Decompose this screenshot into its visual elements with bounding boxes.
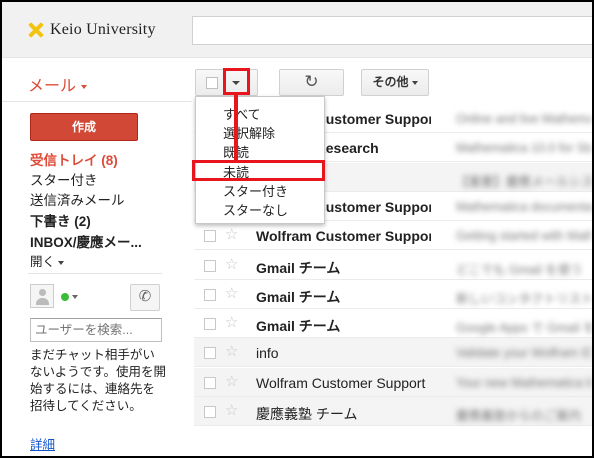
star-icon[interactable]: ☆ — [225, 256, 238, 274]
email-row[interactable]: ☆ Gmail チーム どこでも Gmail を使う — [194, 251, 592, 280]
caret-down-icon[interactable] — [72, 295, 78, 299]
gmail-window: Keio University メール 作成 受信トレイ (8) スター付き 送… — [2, 2, 592, 456]
email-sender: Gmail チーム — [256, 260, 341, 276]
mail-menu-button[interactable]: メール — [28, 72, 88, 96]
chat-divider — [28, 273, 162, 274]
email-subject: Getting started with Mathematica — [456, 229, 592, 243]
email-sender: Wolfram Customer Support — [256, 375, 426, 391]
star-icon[interactable]: ☆ — [225, 402, 238, 420]
email-sender: info — [256, 345, 279, 361]
more-actions-button[interactable]: その他 — [361, 69, 429, 96]
email-subject: Mathematica 10.0 for Students — [456, 141, 592, 155]
star-icon[interactable]: ☆ — [225, 226, 238, 244]
star-icon[interactable]: ☆ — [225, 373, 238, 391]
row-checkbox[interactable] — [204, 230, 216, 242]
phone-icon: ✆ — [138, 288, 152, 305]
refresh-button[interactable]: ↻ — [279, 69, 344, 96]
header-bar: Keio University — [2, 2, 592, 58]
keio-pen-icon — [28, 22, 44, 38]
nav-item-sent[interactable]: 送信済みメール — [30, 189, 125, 209]
highlight-box-unread-item — [192, 160, 325, 181]
star-icon[interactable]: ☆ — [225, 314, 238, 332]
email-subject: Google Apps で Gmail を — [456, 321, 592, 335]
menu-item-unstarred[interactable]: スターなし — [223, 200, 288, 219]
nav-item-drafts[interactable]: 下書き (2) — [30, 210, 91, 230]
nav-item-inbox-keio[interactable]: INBOX/慶應メー... — [30, 231, 142, 251]
email-subject: Your new Mathematica license — [456, 376, 592, 390]
star-icon[interactable]: ☆ — [225, 285, 238, 303]
email-sender: Wolfram Customer Support — [256, 228, 431, 244]
chat-search-input[interactable] — [30, 318, 162, 342]
email-subject: どこでも Gmail を使う — [456, 263, 583, 277]
star-icon[interactable]: ☆ — [225, 343, 238, 361]
nav-item-starred[interactable]: スター付き — [30, 169, 98, 189]
email-row[interactable]: ☆ 慶應義塾 チーム 慶應義塾からのご案内 — [194, 397, 592, 426]
caret-down-icon — [411, 80, 418, 85]
email-row[interactable]: ☆ Gmail チーム Google Apps で Gmail を — [194, 309, 592, 338]
more-actions-label: その他 — [372, 75, 409, 89]
email-subject: Validate your Wolfram ID — [456, 346, 592, 360]
refresh-icon: ↻ — [304, 72, 319, 91]
email-row[interactable]: ☆ Wolfram Customer Support Your new Mathem… — [194, 368, 592, 397]
chat-details-link[interactable]: 詳細 — [30, 434, 55, 453]
nav-more-toggle[interactable]: 開く — [30, 251, 65, 270]
brand-name: Keio University — [50, 21, 156, 38]
menu-item-all[interactable]: すべて — [223, 104, 261, 123]
compose-button[interactable]: 作成 — [30, 113, 138, 141]
row-checkbox[interactable] — [204, 260, 216, 272]
email-row[interactable]: ☆ Gmail チーム 新しいコンタクトリスト — [194, 280, 592, 309]
row-checkbox[interactable] — [204, 347, 216, 359]
email-subject: 【重要】慶應メールシステム — [456, 175, 592, 189]
email-subject: 新しいコンタクトリスト — [456, 292, 592, 306]
row-checkbox[interactable] — [204, 318, 216, 330]
email-row[interactable]: ☆ Wolfram Customer Support Getting started… — [194, 221, 592, 250]
chat-empty-message: まだチャット相手がいないようです。使用を開始するには、連絡先を招待してください。 — [30, 348, 167, 413]
email-row[interactable]: ☆ info Validate your Wolfram ID — [194, 338, 592, 367]
mail-search-input[interactable] — [192, 16, 592, 45]
row-checkbox[interactable] — [204, 406, 216, 418]
university-logo[interactable]: Keio University — [28, 18, 156, 42]
phone-call-button[interactable]: ✆ — [130, 284, 160, 311]
email-sender: 慶應義塾 チーム — [256, 406, 358, 422]
nav-divider — [2, 101, 192, 102]
caret-down-icon — [58, 260, 65, 265]
highlight-connector — [234, 94, 238, 162]
row-checkbox[interactable] — [204, 289, 216, 301]
menu-item-starred[interactable]: スター付き — [223, 181, 288, 200]
select-all-checkbox[interactable] — [206, 77, 218, 89]
status-online-icon[interactable] — [61, 293, 69, 301]
email-sender: Gmail チーム — [256, 318, 341, 334]
email-sender: Gmail チーム — [256, 289, 341, 305]
highlight-box-select-caret — [223, 68, 250, 95]
nav-more-label: 開く — [30, 255, 56, 269]
caret-down-icon — [81, 84, 88, 89]
user-avatar-icon[interactable] — [30, 284, 54, 308]
email-subject: Online and live Mathematica — [456, 112, 592, 126]
email-subject: 慶應義塾からのご案内 — [456, 409, 582, 423]
mail-label-text: メール — [28, 78, 77, 95]
row-checkbox[interactable] — [204, 377, 216, 389]
menu-item-none[interactable]: 選択解除 — [223, 123, 275, 142]
nav-item-inbox[interactable]: 受信トレイ (8) — [30, 149, 118, 169]
email-subject: Mathematica documentation — [456, 200, 592, 214]
